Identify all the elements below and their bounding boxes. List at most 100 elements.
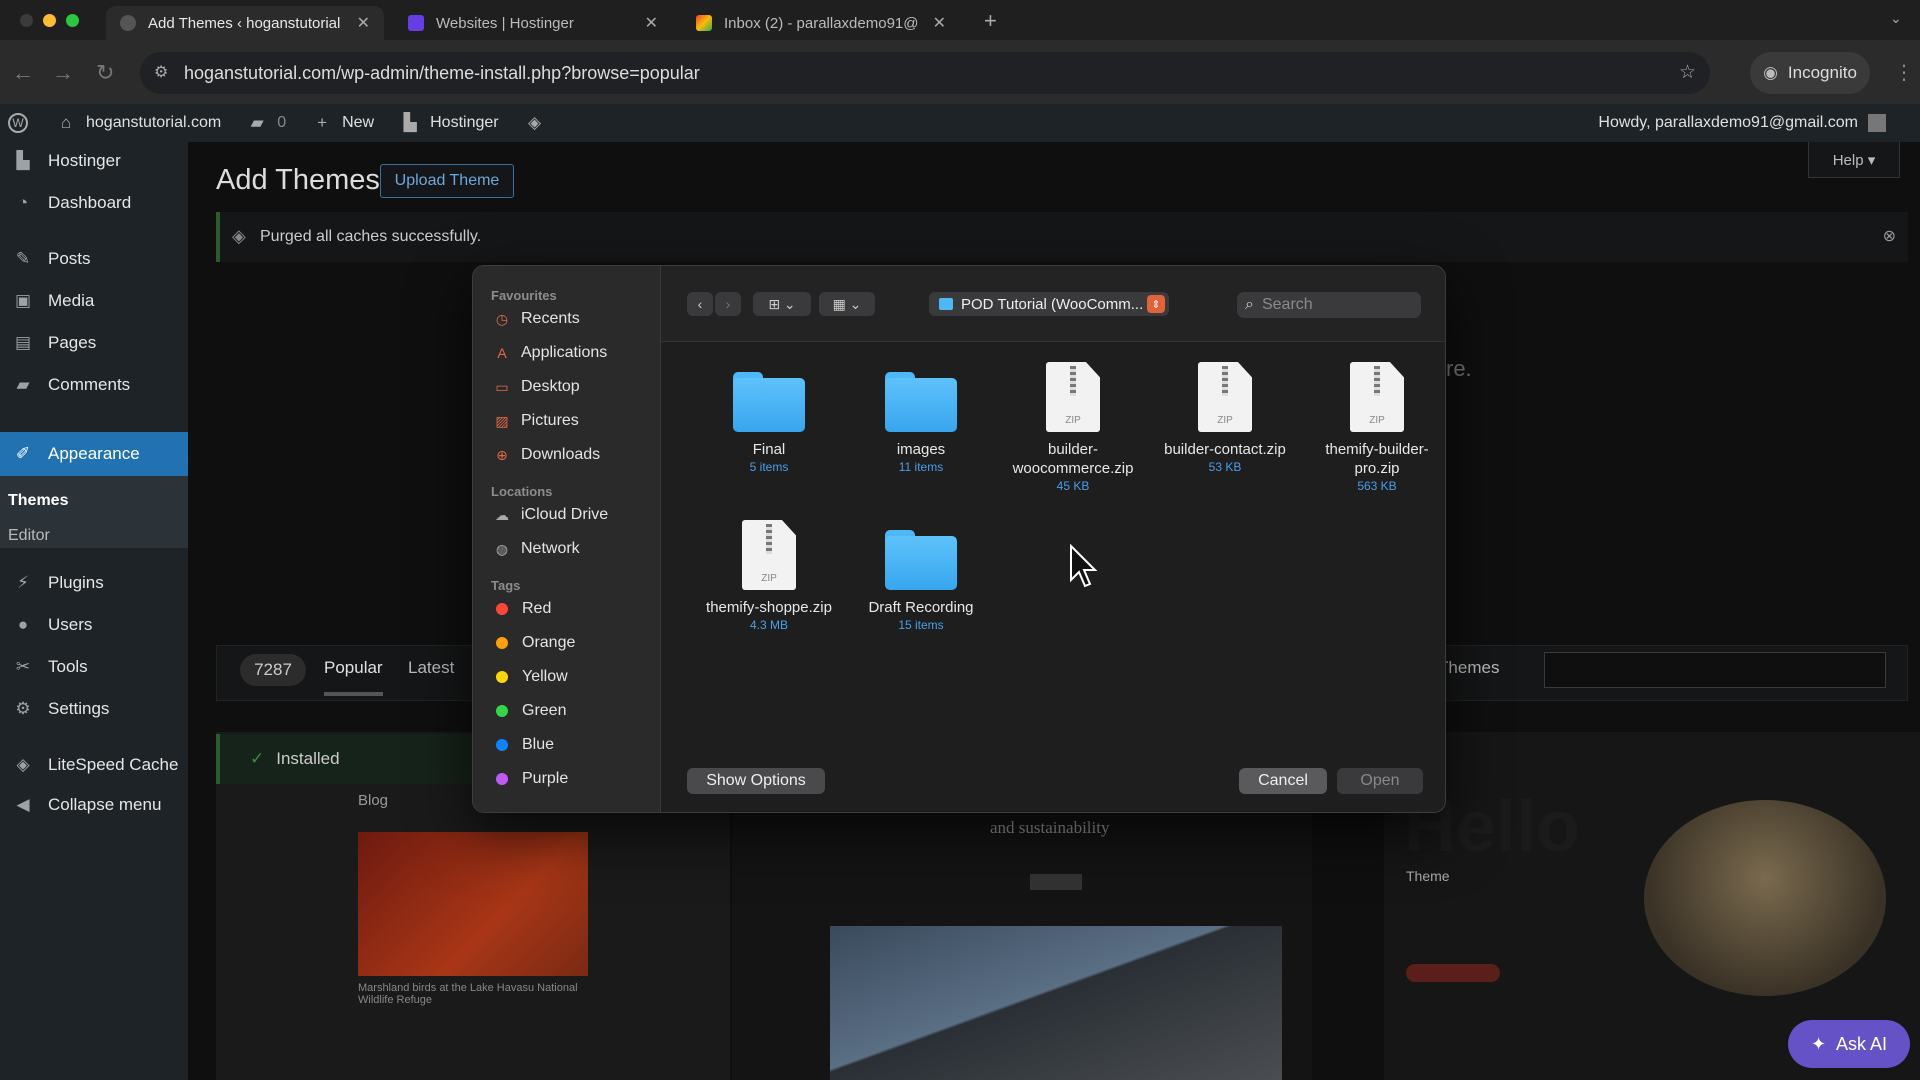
open-button[interactable]: Open xyxy=(1337,768,1423,794)
sidebar-icloud-drive[interactable]: ☁ iCloud Drive xyxy=(493,506,608,524)
close-tab-icon[interactable]: ✕ xyxy=(645,13,658,33)
forward-icon[interactable]: → xyxy=(52,60,74,86)
minimize-window-button[interactable] xyxy=(43,14,56,27)
browser-menu-icon[interactable]: ⋮ xyxy=(1894,60,1914,85)
gmail-icon xyxy=(696,15,712,31)
folder-icon xyxy=(885,372,957,432)
card-heading: and sustainability xyxy=(990,818,1110,837)
tab-title: Websites | Hostinger xyxy=(436,14,574,32)
admin-bar-site[interactable]: ⌂ hoganstutorial.com xyxy=(56,113,221,133)
cancel-button[interactable]: Cancel xyxy=(1239,768,1327,794)
new-tab-icon[interactable]: + xyxy=(984,8,997,34)
chevron-right-icon: › xyxy=(725,296,731,312)
media-icon: ▣ xyxy=(14,291,32,310)
sidebar-network[interactable]: ◍ Network xyxy=(493,540,580,558)
sidebar-applications[interactable]: A Applications xyxy=(493,344,607,362)
tag-purple[interactable]: Purple xyxy=(493,770,568,788)
reload-icon[interactable]: ↻ xyxy=(96,60,114,86)
submenu-themes[interactable]: Themes xyxy=(8,492,68,510)
close-window-button[interactable] xyxy=(20,14,33,27)
sidebar-item-media[interactable]: ▣ Media xyxy=(0,282,188,320)
tag-green[interactable]: Green xyxy=(493,702,566,720)
close-tab-icon[interactable]: ✕ xyxy=(357,13,370,33)
tag-red[interactable]: Red xyxy=(493,600,551,618)
tag-orange[interactable]: Orange xyxy=(493,634,575,652)
folder-icon xyxy=(733,372,805,432)
incognito-badge[interactable]: ◉ Incognito xyxy=(1750,52,1870,94)
tag-blue[interactable]: Blue xyxy=(493,736,554,754)
browser-tab-gmail[interactable]: Inbox (2) - parallaxdemo91@ ✕ xyxy=(682,6,960,40)
ask-ai-button[interactable]: ✦ Ask AI xyxy=(1788,1020,1910,1068)
admin-bar-litespeed[interactable]: ◈ xyxy=(525,113,555,133)
wordpress-logo-icon[interactable]: W xyxy=(8,113,38,133)
sidebar-pictures[interactable]: ▨ Pictures xyxy=(493,412,578,430)
file-item-zip[interactable]: ZIP builder-contact.zip 53 KB xyxy=(1155,362,1295,474)
upload-theme-button[interactable]: Upload Theme xyxy=(380,164,514,198)
address-bar[interactable]: ⚙ hoganstutorial.com/wp-admin/theme-inst… xyxy=(140,52,1710,94)
browser-tab-bar: Add Themes ‹ hoganstutorial ✕ Websites |… xyxy=(0,0,1920,40)
back-nav-button[interactable]: ‹ xyxy=(687,292,713,316)
show-options-button[interactable]: Show Options xyxy=(687,768,825,794)
mouse-cursor-icon xyxy=(1070,544,1098,588)
tag-dot xyxy=(496,739,508,751)
sidebar-item-comments[interactable]: ▰ Comments xyxy=(0,366,188,404)
group-by-button[interactable]: ▦ ⌄ xyxy=(819,292,875,316)
tab-search-icon[interactable]: ⌄ xyxy=(1890,10,1902,27)
sidebar-item-users[interactable]: ● Users xyxy=(0,606,188,644)
forward-nav-button[interactable]: › xyxy=(715,292,741,316)
search-placeholder: Search xyxy=(1261,296,1313,313)
admin-bar-comments[interactable]: ▰ 0 xyxy=(247,113,286,133)
section-tags: Tags xyxy=(491,578,521,593)
sidebar-item-plugins[interactable]: ⚡ Plugins xyxy=(0,564,188,602)
bookmark-star-icon[interactable]: ☆ xyxy=(1679,61,1696,84)
sidebar-item-litespeed[interactable]: ◈ LiteSpeed Cache xyxy=(0,746,188,784)
wordpress-icon xyxy=(120,15,136,31)
sidebar-item-pages[interactable]: ▤ Pages xyxy=(0,324,188,362)
sidebar-item-tools[interactable]: ✂ Tools xyxy=(0,648,188,686)
file-item-folder[interactable]: images 11 items xyxy=(851,372,991,474)
admin-bar-hostinger[interactable]: ▙ Hostinger xyxy=(400,113,499,133)
site-info-icon[interactable]: ⚙ xyxy=(154,62,168,82)
diamond-icon: ◈ xyxy=(16,755,30,774)
browser-tab-add-themes[interactable]: Add Themes ‹ hoganstutorial ✕ xyxy=(106,6,384,40)
file-item-zip[interactable]: ZIP builder-woocommerce.zip 45 KB xyxy=(1003,362,1143,493)
admin-bar-new[interactable]: + New xyxy=(312,113,374,133)
folder-icon xyxy=(885,530,957,590)
file-open-dialog: Favourites ◷ Recents A Applications ▭ Deskt… xyxy=(472,265,1446,813)
file-item-folder[interactable]: Draft Recording 15 items xyxy=(851,530,991,632)
sidebar-item-collapse[interactable]: ◀ Collapse menu xyxy=(0,786,188,824)
zip-file-icon: ZIP xyxy=(742,520,796,590)
tab-popular[interactable]: Popular xyxy=(324,658,383,696)
sidebar-recents[interactable]: ◷ Recents xyxy=(493,310,580,328)
sidebar-downloads[interactable]: ⊕ Downloads xyxy=(493,446,600,464)
tag-yellow[interactable]: Yellow xyxy=(493,668,568,686)
admin-sidebar: ▙ Hostinger ◔ Dashboard ✎ Posts ▣ Media ▤ Pag… xyxy=(0,142,188,1080)
sidebar-item-settings[interactable]: ⚙ Settings xyxy=(0,690,188,728)
submenu-editor[interactable]: Editor xyxy=(8,527,50,545)
close-tab-icon[interactable]: ✕ xyxy=(933,13,946,33)
admin-bar-account[interactable]: Howdy, parallaxdemo91@gmail.com xyxy=(1598,104,1886,142)
zoom-window-button[interactable] xyxy=(66,14,79,27)
sidebar-item-appearance[interactable]: ✐ Appearance xyxy=(0,432,188,476)
search-themes-input[interactable] xyxy=(1544,652,1886,688)
file-item-zip[interactable]: ZIP themify-builder-pro.zip 563 KB xyxy=(1307,362,1445,493)
comment-icon: ▰ xyxy=(250,113,264,132)
sidebar-item-dashboard[interactable]: ◔ Dashboard xyxy=(0,184,188,222)
sidebar-item-hostinger[interactable]: ▙ Hostinger xyxy=(0,142,188,180)
folder-path-popup[interactable]: POD Tutorial (WooComm... ⇕ xyxy=(929,292,1169,316)
tab-latest[interactable]: Latest xyxy=(408,658,454,678)
file-item-folder[interactable]: Final 5 items xyxy=(699,372,839,474)
file-item-zip[interactable]: ZIP themify-shoppe.zip 4.3 MB xyxy=(699,520,839,632)
browser-tab-hostinger[interactable]: Websites | Hostinger ✕ xyxy=(394,6,672,40)
view-mode-button[interactable]: ⊞ ⌄ xyxy=(753,292,811,316)
help-button[interactable]: Help ▾ xyxy=(1808,142,1900,178)
sidebar-item-posts[interactable]: ✎ Posts xyxy=(0,240,188,278)
dialog-search-input[interactable]: ⌕ Search xyxy=(1237,292,1421,318)
hostinger-icon: ▙ xyxy=(16,151,30,170)
dismiss-icon[interactable]: ⊗ xyxy=(1883,226,1896,246)
tag-dot xyxy=(496,671,508,683)
back-icon[interactable]: ← xyxy=(12,60,34,86)
collapse-icon: ◀ xyxy=(16,795,30,814)
sidebar-desktop[interactable]: ▭ Desktop xyxy=(493,378,579,396)
desktop-icon: ▭ xyxy=(495,378,509,395)
